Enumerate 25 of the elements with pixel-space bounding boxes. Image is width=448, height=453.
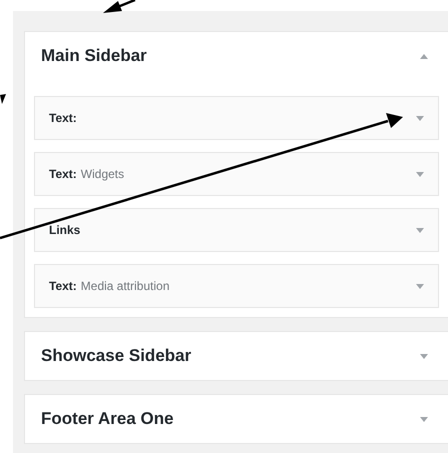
sidebar-title: Footer Area One: [41, 408, 174, 430]
arrow-drawing: [103, 0, 136, 13]
widget-detail: Media attribution: [80, 278, 170, 295]
widget-name: Text:: [49, 166, 77, 183]
caret-up-icon: [420, 54, 428, 58]
caret-down-icon: [416, 228, 424, 232]
sidebar-title: Showcase Sidebar: [41, 345, 192, 368]
widget-header[interactable]: Links: [34, 208, 439, 252]
caret-down-icon: [416, 172, 424, 176]
caret-down-icon: [416, 116, 424, 120]
caret-down-icon: [416, 284, 424, 288]
sidebar-header[interactable]: Main Sidebar: [25, 32, 448, 80]
sidebar-header[interactable]: Showcase Sidebar: [25, 332, 448, 380]
caret-down-icon: [420, 416, 428, 422]
widget-detail: Widgets: [80, 166, 124, 183]
arrow-drawing: [0, 94, 6, 104]
widget-header[interactable]: Text:: [34, 96, 439, 140]
sidebar-title: Main Sidebar: [41, 45, 147, 68]
widget-header[interactable]: Text: Widgets: [34, 152, 439, 196]
widget-name: Text:: [49, 278, 77, 295]
caret-down-icon: [420, 354, 428, 358]
widget-name: Links: [49, 222, 80, 239]
sidebar-header[interactable]: Footer Area One: [25, 395, 448, 443]
widget-header[interactable]: Text: Media attribution: [34, 264, 439, 308]
widget-name: Text:: [49, 110, 77, 127]
